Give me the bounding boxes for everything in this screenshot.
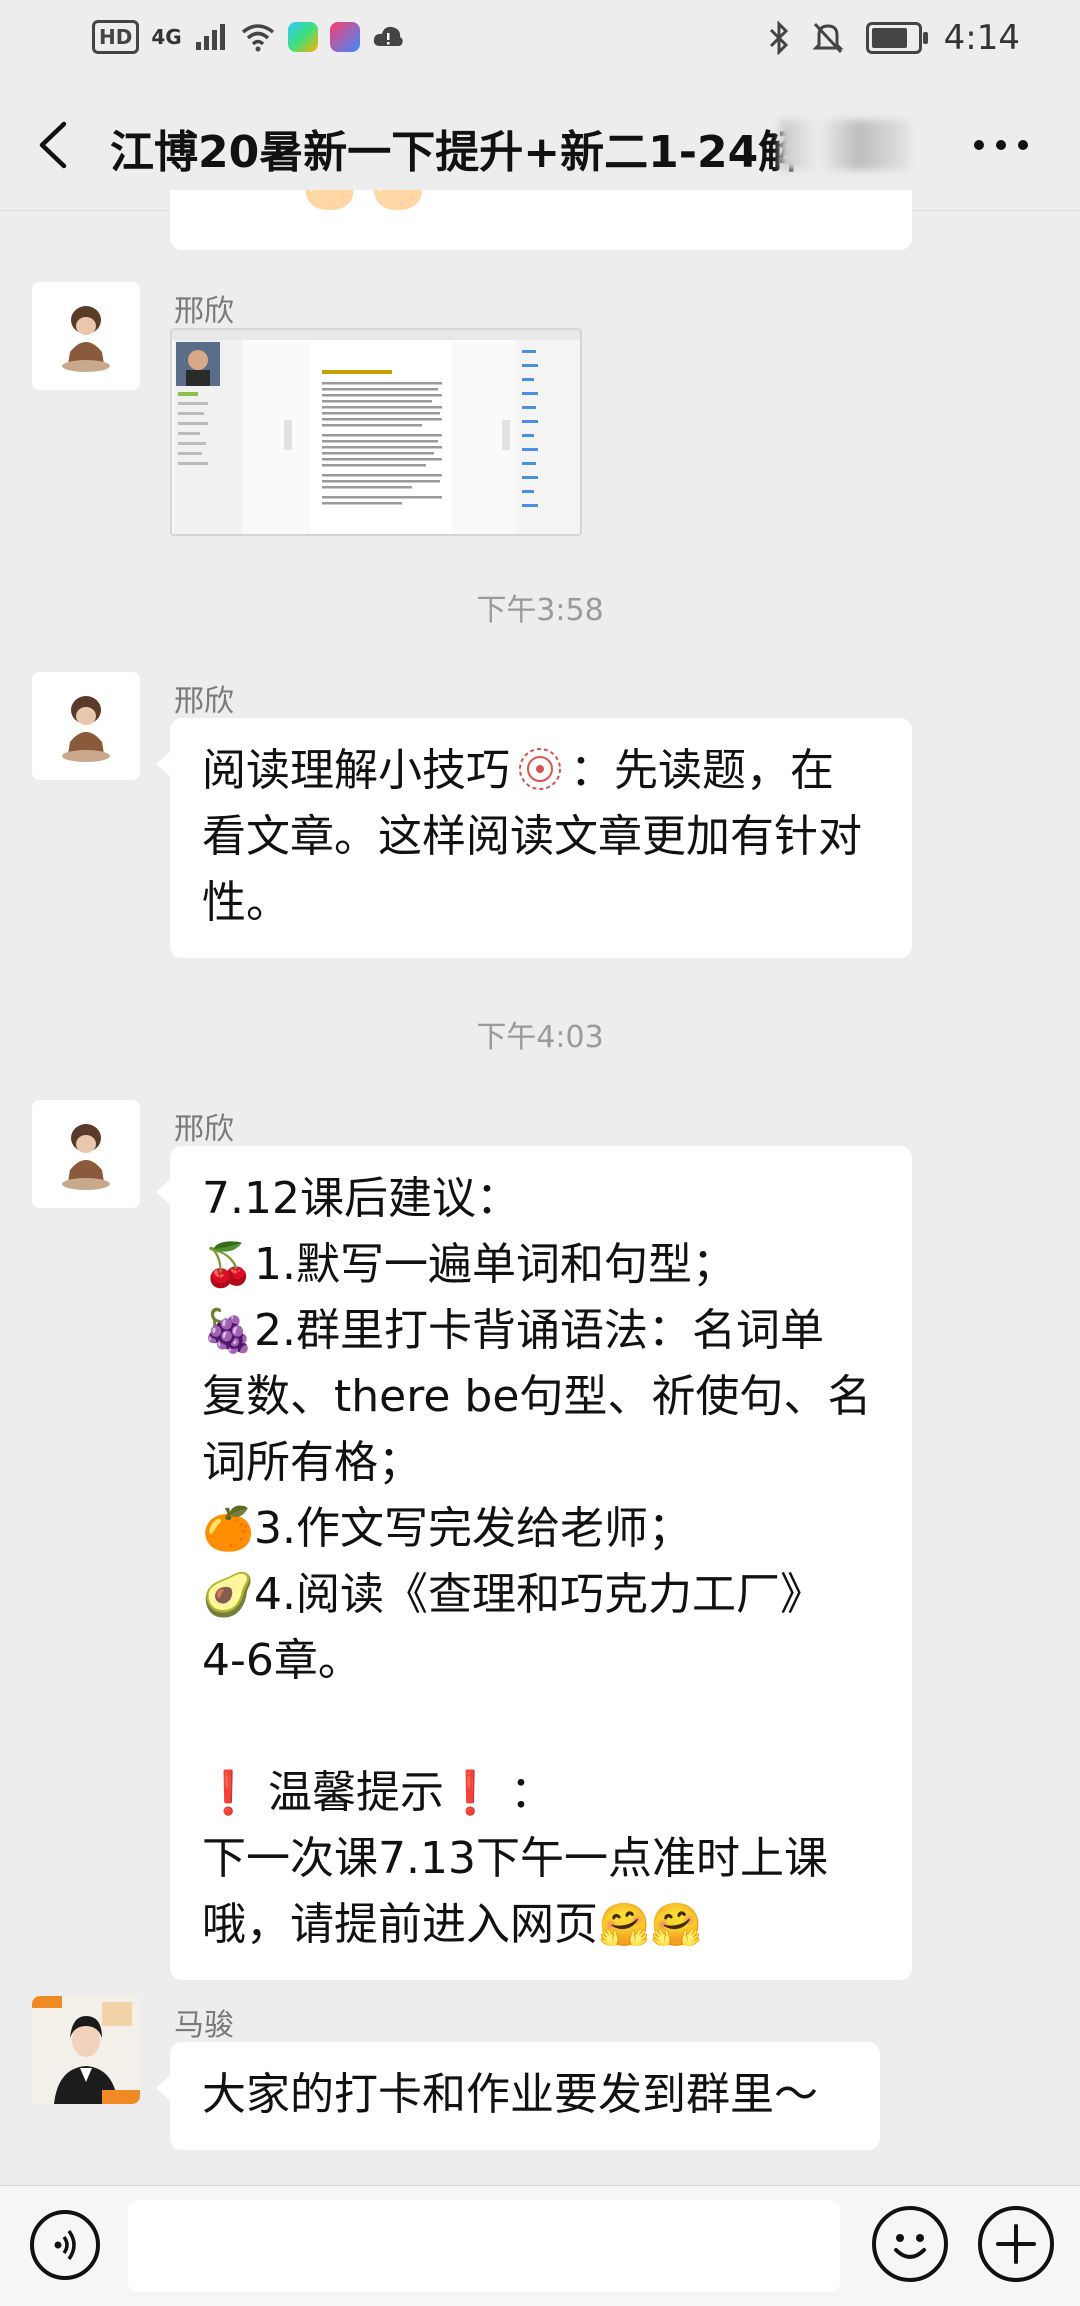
signal-icon bbox=[195, 24, 225, 50]
title-redaction bbox=[780, 120, 910, 170]
message-bubble[interactable]: 大家的打卡和作业要发到群里～ bbox=[156, 2042, 880, 2150]
plus-icon[interactable] bbox=[978, 2206, 1054, 2282]
message-line: 阅读理解小技巧 ：先读题，在 bbox=[202, 745, 834, 796]
clock: 4:14 bbox=[943, 18, 1020, 58]
cloud-alert-icon bbox=[373, 26, 403, 46]
message-line: 🥑4.阅读《查理和巧克力工厂》 bbox=[202, 1562, 880, 1628]
status-left: HD 4G bbox=[92, 20, 404, 54]
orange-icon: 🍊 bbox=[202, 1504, 255, 1553]
status-right: 4:14 bbox=[768, 18, 1020, 58]
message-line: 看文章。这样阅读文章更加有针对 bbox=[202, 811, 862, 862]
network-label: 4G bbox=[151, 25, 182, 49]
sender-name: 邢欣 bbox=[174, 684, 234, 719]
timestamp: 下午4:03 bbox=[476, 1020, 604, 1055]
message-line: 🍊3.作文写完发给老师； bbox=[202, 1496, 880, 1562]
mute-icon bbox=[812, 22, 844, 54]
exclamation-icon: ❗ bbox=[202, 1768, 255, 1817]
avocado-icon: 🥑 bbox=[202, 1570, 255, 1619]
emoji-icon[interactable] bbox=[872, 2206, 948, 2282]
message-line: 下一次课7.13下午一点准时上课 bbox=[202, 1833, 828, 1884]
wifi-icon bbox=[241, 24, 274, 52]
input-bar bbox=[0, 2185, 1080, 2306]
message-bubble[interactable]: 阅读理解小技巧 ：先读题，在 看文章。这样阅读文章更加有针对 性。 bbox=[156, 718, 912, 958]
message-line: 性。 bbox=[202, 877, 290, 928]
flower-stamp-icon bbox=[519, 748, 561, 790]
previous-message-fragment: ⋯⋯ 🍊 🍊 bbox=[200, 190, 426, 212]
hugging-face-icon: 🤗 bbox=[650, 1900, 703, 1949]
grapes-icon: 🍇 bbox=[202, 1306, 255, 1355]
image-message[interactable] bbox=[170, 328, 582, 536]
battery-icon bbox=[865, 22, 928, 54]
status-bar: HD 4G 4:14 bbox=[0, 0, 1080, 80]
previous-message-bubble: ⋯⋯ 🍊 🍊 bbox=[170, 190, 912, 250]
hd-badge: HD bbox=[92, 20, 140, 54]
message-line: 🍇2.群里打卡背诵语法：名词单 bbox=[202, 1298, 880, 1364]
hugging-face-icon: 🤗 bbox=[598, 1900, 651, 1949]
message-line: 词所有格； bbox=[202, 1437, 422, 1488]
message-line: 哦，请提前进入网页🤗🤗 bbox=[202, 1892, 880, 1958]
bluetooth-icon bbox=[769, 21, 788, 55]
sender-name: 马骏 bbox=[174, 2008, 234, 2043]
message-line: 7.12课后建议： bbox=[202, 1173, 520, 1224]
voice-icon[interactable] bbox=[30, 2210, 100, 2280]
message-line: ❗ 温馨提示❗ ： bbox=[202, 1760, 880, 1826]
message-bubble[interactable]: 7.12课后建议： 🍒1.默写一遍单词和句型； 🍇2.群里打卡背诵语法：名词单 … bbox=[156, 1146, 912, 1980]
message-line bbox=[202, 1694, 880, 1760]
timestamp: 下午3:58 bbox=[476, 593, 604, 628]
cherry-icon: 🍒 bbox=[202, 1240, 255, 1289]
message-input[interactable] bbox=[128, 2200, 840, 2292]
message-line: 复数、there be句型、祈使句、名 bbox=[202, 1371, 872, 1422]
message-line: 🍒1.默写一遍单词和句型； bbox=[202, 1232, 880, 1298]
exclamation-icon: ❗ bbox=[444, 1768, 497, 1817]
avatar[interactable] bbox=[32, 282, 140, 390]
avatar[interactable] bbox=[32, 672, 140, 780]
back-arrow-icon[interactable] bbox=[34, 120, 74, 170]
sender-name: 邢欣 bbox=[174, 1112, 234, 1147]
message-line: 4-6章。 bbox=[202, 1635, 362, 1686]
video-app-icon bbox=[287, 22, 318, 52]
avatar[interactable] bbox=[32, 1996, 140, 2104]
media-app-icon bbox=[329, 22, 360, 52]
sender-name: 邢欣 bbox=[174, 294, 234, 329]
more-icon[interactable] bbox=[974, 140, 1028, 150]
avatar[interactable] bbox=[32, 1100, 140, 1208]
message-line: 大家的打卡和作业要发到群里～ bbox=[202, 2069, 818, 2120]
